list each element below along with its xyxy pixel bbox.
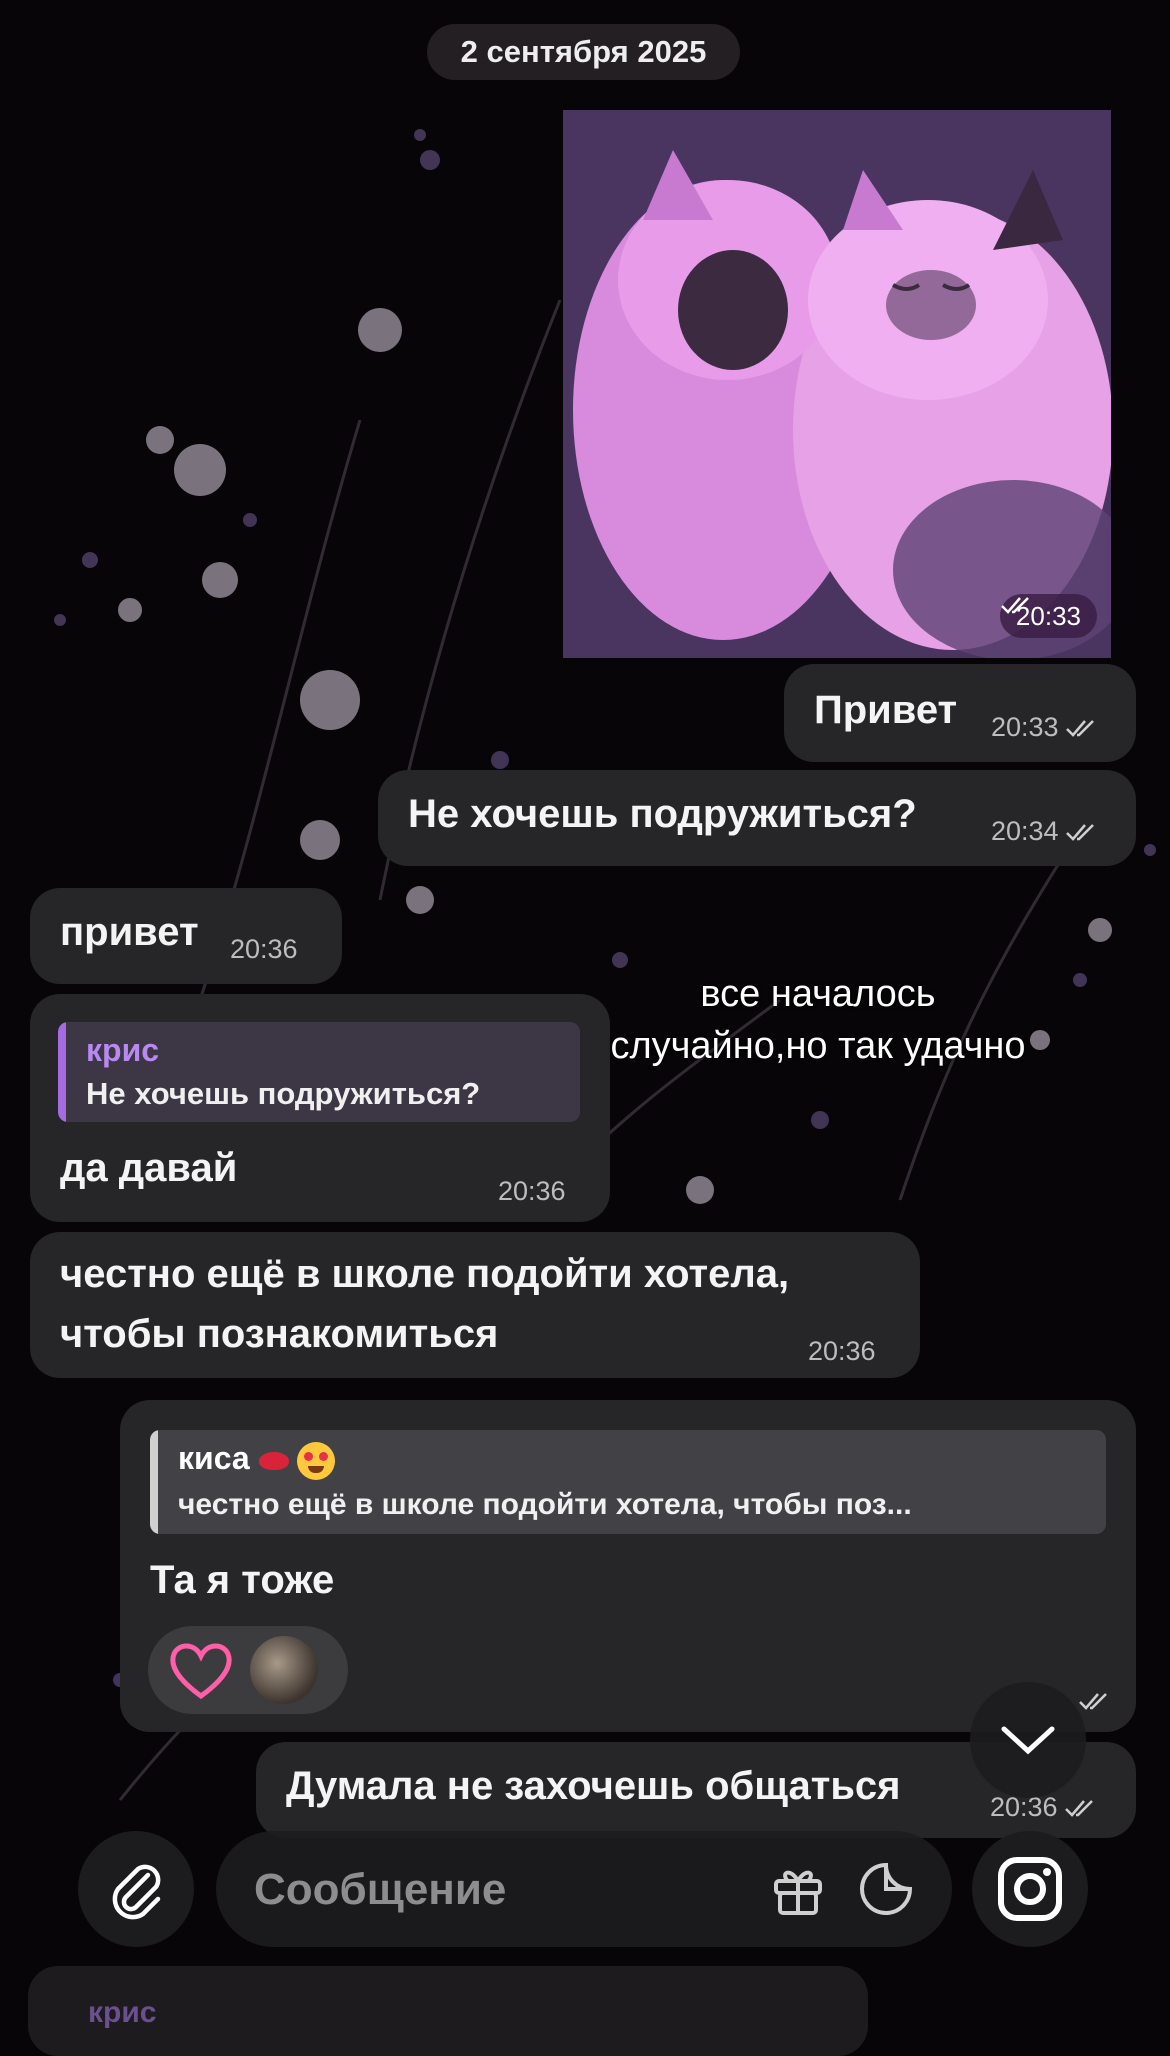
- message-input-placeholder: Сообщение: [254, 1865, 507, 1914]
- chevron-down-icon: [1001, 1726, 1055, 1755]
- message-outgoing[interactable]: Не хочешь подружиться? 20:34: [378, 770, 1136, 866]
- partial-message: крис: [28, 1966, 868, 2056]
- double-check-icon: [1065, 823, 1094, 841]
- reply-author: крис: [86, 1032, 160, 1068]
- reply-bar: [150, 1430, 158, 1534]
- message-meta: [1078, 1690, 1112, 1712]
- message-text: привет: [60, 910, 199, 954]
- kittens-image: [563, 110, 1111, 658]
- story-caption: все началось случайно,но так удачно: [578, 968, 1058, 1072]
- message-text-line-1: честно ещё в школе подойти хотела,: [60, 1252, 790, 1296]
- message-text: Привет: [814, 688, 958, 732]
- message-meta: 20:36: [808, 1336, 876, 1367]
- message-text: да давай: [60, 1146, 238, 1190]
- double-check-icon: [1064, 1799, 1093, 1817]
- message-time: 20:36: [808, 1336, 876, 1366]
- message-meta: 20:36: [990, 1792, 1098, 1823]
- reply-text: Не хочешь подружиться?: [86, 1076, 481, 1111]
- message-text: Думала не захочешь общаться: [286, 1764, 901, 1808]
- instagram-button[interactable]: [972, 1831, 1088, 1947]
- partial-author: крис: [88, 1996, 157, 2029]
- message-incoming[interactable]: честно ещё в школе подойти хотела, чтобы…: [30, 1232, 920, 1378]
- reply-quote[interactable]: киса честно ещё в школе подойти хотела, …: [150, 1430, 1106, 1534]
- message-incoming-reply[interactable]: крис Не хочешь подружиться? да давай 20:…: [30, 994, 610, 1222]
- reply-text: честно ещё в школе подойти хотела, чтобы…: [178, 1488, 912, 1521]
- message-time: 20:34: [991, 816, 1059, 846]
- message-text-line-2: чтобы познакомиться: [60, 1312, 499, 1356]
- message-time: 20:36: [498, 1176, 566, 1206]
- date-header: 2 сентября 2025: [427, 24, 740, 80]
- photo-timestamp: 20:33: [999, 594, 1097, 638]
- message-outgoing[interactable]: Привет 20:33: [784, 664, 1136, 762]
- attach-icon: [112, 1864, 161, 1920]
- message-meta: 20:36: [230, 934, 298, 965]
- reply-bar: [58, 1022, 66, 1122]
- message-time: 20:36: [230, 934, 298, 964]
- double-check-icon: [1079, 1693, 1107, 1710]
- message-text: Та я тоже: [150, 1558, 335, 1602]
- reaction-pill[interactable]: [148, 1626, 348, 1714]
- photo-message[interactable]: 20:33: [563, 110, 1111, 658]
- message-text: Не хочешь подружиться?: [408, 792, 917, 836]
- heart-eyes-emoji-icon: [297, 1441, 336, 1480]
- message-meta: 20:36: [498, 1176, 566, 1207]
- message-input[interactable]: Сообщение: [216, 1831, 952, 1947]
- gift-icon[interactable]: [768, 1859, 828, 1919]
- date-label: 2 сентября 2025: [460, 34, 707, 69]
- message-time: 20:33: [991, 712, 1059, 742]
- scroll-down-button[interactable]: [970, 1682, 1086, 1798]
- reply-quote[interactable]: крис Не хочешь подружиться?: [58, 1022, 580, 1122]
- message-meta: 20:33: [991, 712, 1099, 743]
- double-check-icon: [1065, 719, 1094, 737]
- message-meta: 20:34: [991, 816, 1099, 847]
- reply-author: киса: [178, 1440, 336, 1480]
- double-check-icon: [1001, 597, 1029, 614]
- sticker-icon[interactable]: [856, 1859, 916, 1919]
- caption-line-1: все началось: [700, 973, 936, 1015]
- instagram-icon: [998, 1857, 1062, 1921]
- reactor-avatar[interactable]: [250, 1636, 318, 1704]
- lips-emoji-icon: [258, 1451, 289, 1470]
- message-incoming[interactable]: привет 20:36: [30, 888, 342, 984]
- heart-reaction-icon: [170, 1643, 232, 1700]
- reply-author-name: киса: [178, 1440, 250, 1476]
- attach-button[interactable]: [78, 1831, 194, 1947]
- caption-line-2: случайно,но так удачно: [610, 1025, 1026, 1067]
